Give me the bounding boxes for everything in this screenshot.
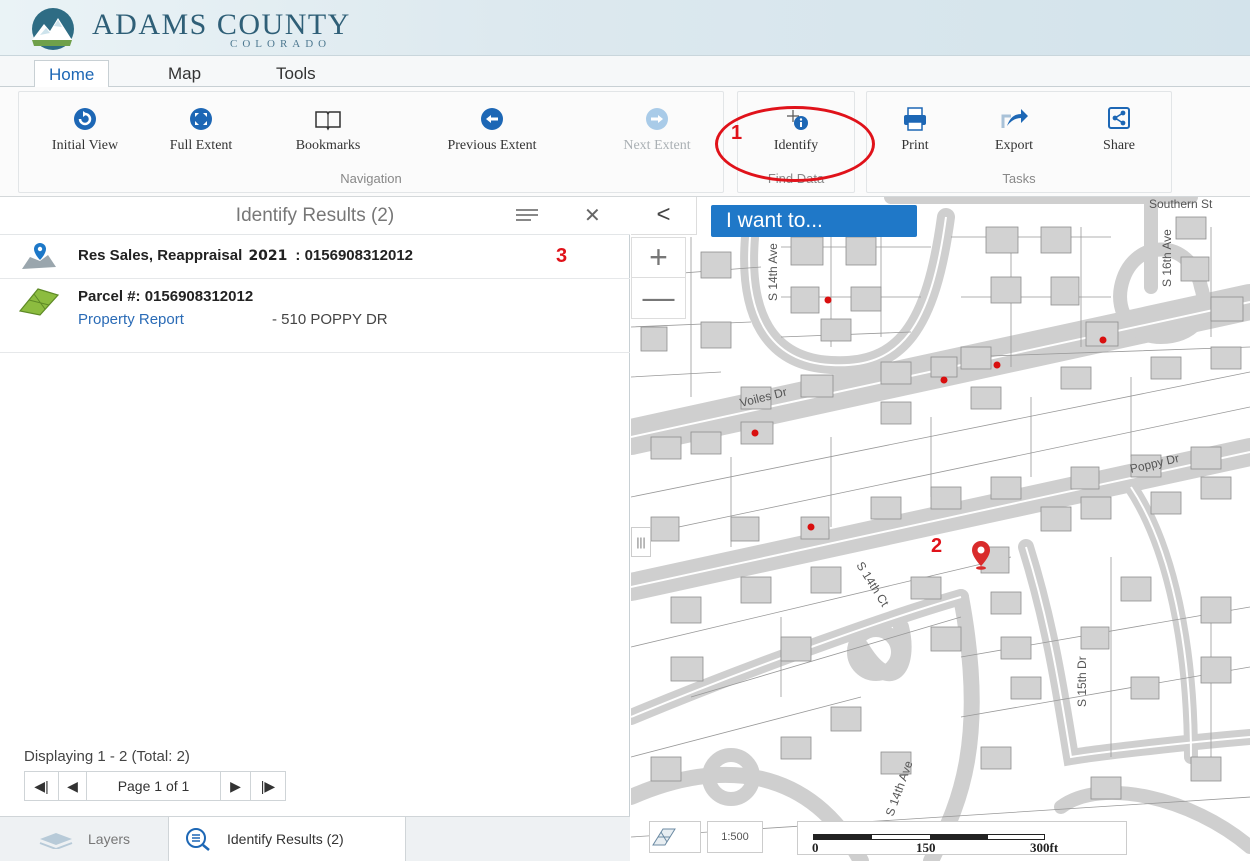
navigation-group: Initial View Full Extent Bookmarks Previ… bbox=[18, 91, 724, 193]
export-icon bbox=[1001, 109, 1028, 128]
tab-home[interactable]: Home bbox=[34, 60, 110, 88]
street-label: S 16th Ave bbox=[1160, 229, 1174, 287]
zoom-in-button[interactable]: + bbox=[632, 238, 685, 278]
menu-icon[interactable] bbox=[516, 209, 538, 223]
export-button[interactable]: Export bbox=[981, 106, 1047, 154]
tab-tools[interactable]: Tools bbox=[262, 60, 330, 88]
close-icon[interactable]: ✕ bbox=[584, 203, 601, 228]
scale-label-300: 300ft bbox=[1030, 840, 1059, 855]
tab-map[interactable]: Map bbox=[154, 60, 215, 88]
app-header: ADAMS COUNTY COLORADO bbox=[0, 0, 1250, 56]
map-view[interactable]: Southern St S 14th Ave S 16th Ave Voiles… bbox=[631, 197, 1250, 861]
result-item-parcel[interactable]: Parcel #: 0156908312012 Property Report … bbox=[0, 279, 630, 353]
first-page-button[interactable]: ◀| bbox=[25, 772, 59, 800]
ribbon-toolbar: Initial View Full Extent Bookmarks Previ… bbox=[0, 87, 1250, 197]
street-label: Southern St bbox=[1149, 197, 1213, 211]
property-report-link[interactable]: Property Report bbox=[78, 311, 184, 328]
scale-label-150: 150 bbox=[916, 840, 936, 855]
coordinates-tool-button[interactable] bbox=[649, 821, 701, 853]
previous-extent-button[interactable]: Previous Extent bbox=[417, 106, 567, 154]
print-icon bbox=[904, 107, 926, 131]
previous-extent-icon bbox=[481, 108, 503, 130]
map-pin-icon bbox=[22, 243, 56, 269]
pager: ◀| ◀ Page 1 of 1 ▶ |▶ bbox=[24, 771, 286, 801]
page-indicator: Page 1 of 1 bbox=[87, 772, 221, 800]
tasks-group-label: Tasks bbox=[1002, 171, 1036, 186]
full-extent-button[interactable]: Full Extent bbox=[161, 106, 241, 154]
result-title: Res Sales, Reappraisal 2021: 01569083120… bbox=[78, 247, 414, 264]
annotation-2: 2 bbox=[931, 535, 943, 557]
next-extent-button[interactable]: Next Extent bbox=[605, 106, 709, 154]
logo-subtitle: COLORADO bbox=[230, 38, 332, 50]
next-extent-icon bbox=[646, 108, 668, 130]
result-item-res-sales[interactable]: Res Sales, Reappraisal 2021: 01569083120… bbox=[0, 235, 630, 279]
street-label: S 15th Dr bbox=[1075, 656, 1089, 707]
print-button[interactable]: Print bbox=[885, 106, 945, 154]
scale-label-0: 0 bbox=[812, 840, 819, 855]
collapse-panel-button[interactable]: < bbox=[631, 197, 697, 235]
coordinates-icon bbox=[652, 828, 676, 846]
zoom-out-button[interactable]: — bbox=[632, 278, 685, 318]
basemap: Southern St S 14th Ave S 16th Ave Voiles… bbox=[631, 197, 1250, 861]
parcel-address: - 510 POPPY DR bbox=[272, 311, 388, 328]
tab-layers[interactable]: Layers bbox=[28, 817, 158, 861]
parcel-icon bbox=[18, 288, 60, 316]
logo-name: ADAMS COUNTY bbox=[92, 8, 351, 41]
ribbon-tabs: Home Map Tools bbox=[0, 56, 1250, 88]
navigation-group-label: Navigation bbox=[340, 171, 402, 186]
parcel-number: Parcel #: 0156908312012 bbox=[78, 288, 254, 305]
bookmarks-icon bbox=[315, 111, 341, 131]
last-page-button[interactable]: |▶ bbox=[251, 772, 285, 800]
map-tools: 1:500 bbox=[649, 821, 763, 855]
i-want-to-button[interactable]: I want to... bbox=[711, 205, 917, 237]
tab-identify-results[interactable]: Identify Results (2) bbox=[168, 817, 406, 861]
panel-splitter-handle[interactable]: ||| bbox=[631, 527, 651, 557]
mountain-logo-icon bbox=[32, 8, 74, 50]
paging-summary: Displaying 1 - 2 (Total: 2) bbox=[24, 748, 190, 765]
county-logo[interactable]: ADAMS COUNTY COLORADO bbox=[20, 6, 460, 52]
bookmarks-button[interactable]: Bookmarks bbox=[281, 106, 375, 154]
panel-header: Identify Results (2) ✕ bbox=[0, 197, 630, 235]
full-extent-icon bbox=[190, 108, 212, 130]
share-button[interactable]: Share bbox=[1089, 106, 1149, 154]
prev-page-button[interactable]: ◀ bbox=[59, 772, 87, 800]
identify-results-icon bbox=[186, 828, 210, 851]
zoom-control: + — bbox=[631, 237, 686, 319]
scale-tool-button[interactable]: 1:500 bbox=[707, 821, 763, 853]
identify-results-panel: Identify Results (2) ✕ Res Sales, Reappr… bbox=[0, 197, 630, 861]
next-page-button[interactable]: ▶ bbox=[221, 772, 251, 800]
annotation-3: 3 bbox=[556, 245, 568, 267]
share-icon bbox=[1108, 107, 1130, 129]
tasks-group: Print Export Share Tasks bbox=[866, 91, 1172, 193]
scale-bar: 0 150 300ft bbox=[797, 821, 1127, 855]
initial-view-icon bbox=[74, 108, 96, 130]
initial-view-button[interactable]: Initial View bbox=[33, 106, 137, 154]
annotation-1: 1 bbox=[731, 122, 743, 144]
panel-bottom-tabs: Layers Identify Results (2) bbox=[0, 816, 630, 861]
street-label: S 14th Ave bbox=[766, 243, 780, 301]
layers-icon bbox=[39, 833, 73, 849]
